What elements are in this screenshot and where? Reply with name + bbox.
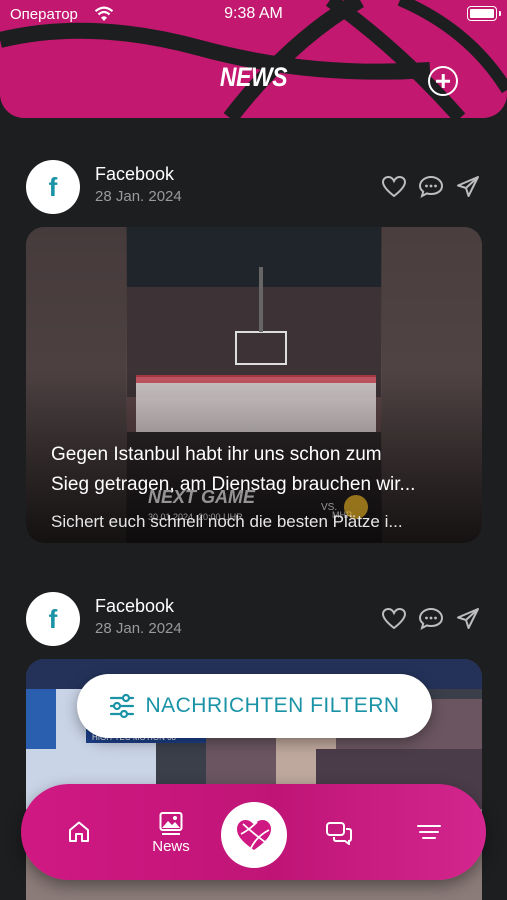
share-icon[interactable] xyxy=(455,174,481,200)
comment-icon[interactable] xyxy=(418,174,444,200)
post-source: Facebook xyxy=(95,596,175,616)
post-excerpt: Sichert euch schnell noch die besten Plä… xyxy=(51,512,403,531)
nav-chat[interactable] xyxy=(311,784,367,880)
filter-button-label: NACHRICHTEN FILTERN xyxy=(145,694,400,717)
like-heart-icon[interactable] xyxy=(381,606,407,632)
filter-news-button[interactable]: NACHRICHTEN FILTERN xyxy=(77,674,432,738)
status-time: 9:38 AM xyxy=(224,5,283,22)
sliders-icon xyxy=(110,693,135,719)
comment-icon[interactable] xyxy=(418,606,444,632)
basketball-heart-icon xyxy=(237,820,271,850)
like-heart-icon[interactable] xyxy=(381,174,407,200)
home-icon xyxy=(69,821,89,842)
post-source: Facebook xyxy=(95,164,175,184)
nav-favorites[interactable] xyxy=(221,802,287,868)
bottom-navigation: News xyxy=(21,784,486,880)
status-bar: Оператор 9:38 AM xyxy=(0,0,507,30)
menu-icon xyxy=(417,825,441,839)
add-news-button[interactable] xyxy=(428,66,458,96)
header: Оператор 9:38 AM NEWS xyxy=(0,0,507,118)
news-image-icon xyxy=(159,811,183,835)
nav-menu[interactable] xyxy=(401,784,457,880)
post-card[interactable]: NEXT GAME 30.01.2024, 20:00 UHR VS. MHP … xyxy=(26,227,482,543)
share-icon[interactable] xyxy=(455,606,481,632)
facebook-icon: f xyxy=(26,160,80,214)
post-date: 28 Jan. 2024 xyxy=(95,188,182,205)
chat-icon xyxy=(326,822,352,845)
nav-home[interactable] xyxy=(51,784,107,880)
post-date: 28 Jan. 2024 xyxy=(95,620,182,637)
battery-icon xyxy=(467,6,501,21)
nav-news-label: News xyxy=(152,837,190,855)
facebook-icon: f xyxy=(26,592,80,646)
page-title: NEWS xyxy=(219,62,288,92)
nav-news[interactable]: News xyxy=(139,784,203,880)
post-title: Gegen Istanbul habt ihr uns schon zum Si… xyxy=(51,444,416,495)
